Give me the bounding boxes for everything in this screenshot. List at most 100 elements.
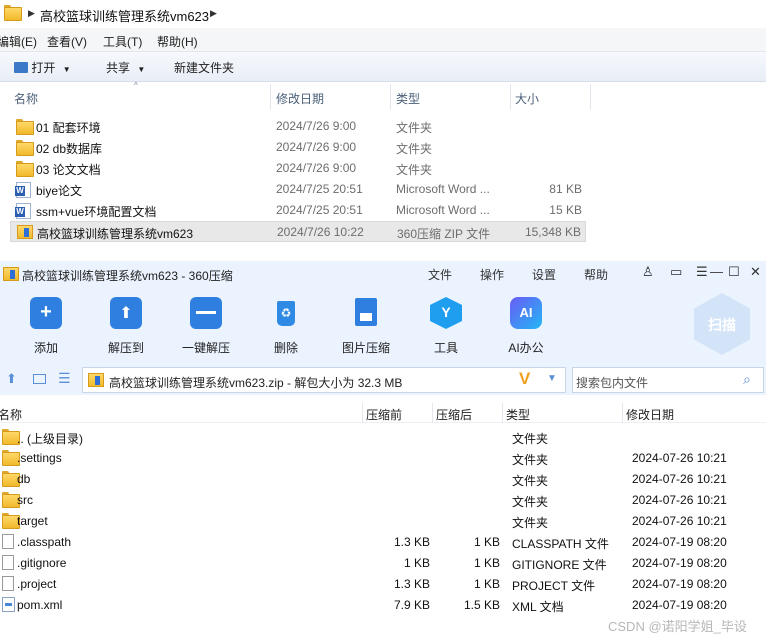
folder-icon [2,429,20,445]
menu-help[interactable]: 帮助 [584,266,608,283]
column-type[interactable]: 类型 [506,406,530,423]
file-row[interactable]: 02 db数据库 2024/7/26 9:00 文件夹 [10,137,586,158]
explorer-toolbar: 打开 ▼ 共享 ▼ 新建文件夹 [0,52,766,82]
zip-icon [88,373,104,387]
menu-help[interactable]: 帮助(H) [157,33,198,50]
file-row[interactable]: 03 论文文档 2024/7/26 9:00 文件夹 [10,158,586,179]
zip-file-row[interactable]: .settings 文件夹 2024-07-26 10:21 [0,447,766,468]
column-divider[interactable] [432,403,433,423]
chevron-down-icon[interactable]: ▼ [547,373,557,384]
folder-icon [2,513,20,529]
zip-file-row[interactable]: .gitignore 1 KB 1 KB GITIGNORE 文件 2024-0… [0,552,766,573]
explorer-menu-bar: 编辑(E) 查看(V) 工具(T) 帮助(H) [0,28,766,52]
delete-icon: ♻ [270,297,302,329]
sort-up-icon: ^ [134,81,138,90]
folder-icon [2,492,20,508]
breadcrumb[interactable]: 高校篮球训练管理系统vm623 [40,6,209,25]
chevron-right-icon[interactable]: ▶ [210,8,217,19]
folder-icon [4,5,22,21]
zip-file-row[interactable]: .. (上级目录) 文件夹 [0,426,766,447]
file-row[interactable]: 01 配套环境 2024/7/26 9:00 文件夹 [10,116,586,137]
zip-title-bar: 高校篮球训练管理系统vm623 - 360压缩 文件 操作 设置 帮助 ♙ ▭ … [0,261,766,287]
folder-icon [16,119,34,135]
image-compress-icon [350,297,382,329]
add-button[interactable]: + 添加 [16,297,76,356]
xml-file-icon [2,597,15,612]
explorer-address-bar: ▶ 高校篮球训练管理系统vm623 ▶ [0,0,766,28]
share-button[interactable]: 共享 ▼ [106,59,145,76]
tools-icon: Y [430,297,462,329]
zip-file-row[interactable]: pom.xml 7.9 KB 1.5 KB XML 文档 2024-07-19 … [0,594,766,615]
thumbnail-view-icon[interactable] [33,374,46,384]
column-name[interactable]: 名称 [0,406,22,423]
maximize-icon[interactable]: ☐ [728,264,740,280]
file-icon [2,555,14,570]
column-date[interactable]: 修改日期 [276,90,324,107]
column-type[interactable]: 类型 [396,90,420,107]
column-divider[interactable] [502,403,503,423]
up-arrow-icon[interactable]: ⬆ [6,371,17,387]
zip-file-row[interactable]: .project 1.3 KB 1 KB PROJECT 文件 2024-07-… [0,573,766,594]
column-size[interactable]: 大小 [515,90,539,107]
ai-office-button[interactable]: AI AI办公 [496,297,556,356]
folder-icon [16,140,34,156]
skin-icon[interactable]: ♙ [642,264,654,280]
zip-column-header: 名称 压缩前 压缩后 类型 修改日期 [0,403,766,423]
tools-button[interactable]: Y 工具 [416,297,476,356]
column-after[interactable]: 压缩后 [436,406,472,423]
minimize-icon[interactable]: — [710,264,723,279]
word-doc-icon [15,203,31,219]
column-divider[interactable] [510,84,511,110]
search-icon[interactable]: ⌕ [743,371,751,388]
list-view-icon[interactable]: ☰ [58,370,71,387]
file-row-selected[interactable]: 高校篮球训练管理系统vm623 2024/7/26 10:22 360压缩 ZI… [10,221,586,242]
column-name[interactable]: 名称 [14,90,38,107]
zip-file-row[interactable]: src 文件夹 2024-07-26 10:21 [0,489,766,510]
close-icon[interactable]: ✕ [750,264,761,280]
chevron-right-icon[interactable]: ▶ [28,8,35,19]
column-divider[interactable] [270,84,271,110]
menu-operate[interactable]: 操作 [480,266,504,283]
menu-file[interactable]: 文件 [428,266,452,283]
column-before[interactable]: 压缩前 [366,406,402,423]
explorer-column-header: 名称 ^ 修改日期 类型 大小 [0,81,766,110]
column-divider[interactable] [590,84,591,110]
zip-file-row[interactable]: db 文件夹 2024-07-26 10:21 [0,468,766,489]
ai-office-icon: AI [510,297,542,329]
folder-icon [2,471,20,487]
menu-icon[interactable]: ☰ [696,264,708,280]
zip-icon [17,225,33,239]
column-divider[interactable] [622,403,623,423]
file-row[interactable]: ssm+vue环境配置文档 2024/7/25 20:51 Microsoft … [10,200,586,221]
new-folder-button[interactable]: 新建文件夹 [174,59,234,76]
open-button[interactable]: 打开 ▼ [14,59,71,76]
file-icon [2,576,14,591]
zip-file-row[interactable]: .classpath 1.3 KB 1 KB CLASSPATH 文件 2024… [0,531,766,552]
watermark: CSDN @诺阳学姐_毕设 [608,619,747,634]
column-divider[interactable] [390,84,391,110]
zip-file-row[interactable]: target 文件夹 2024-07-26 10:21 [0,510,766,531]
menu-settings[interactable]: 设置 [532,266,556,283]
column-mtime[interactable]: 修改日期 [626,406,674,423]
extract-to-icon: ⬆ [110,297,142,329]
open-icon [14,62,28,73]
chevron-down-icon: ▼ [137,65,146,74]
folder-icon [2,450,20,466]
one-click-extract-button[interactable]: 一键解压 [176,297,236,356]
add-icon: + [30,297,62,329]
delete-button[interactable]: ♻ 删除 [256,297,316,356]
zip-address-bar: ⬆ ☰ 高校篮球训练管理系统vm623.zip - 解包大小为 32.3 MB … [0,365,766,395]
extract-to-button[interactable]: ⬆ 解压到 [96,297,156,356]
menu-tools[interactable]: 工具(T) [103,33,142,50]
file-row[interactable]: biye论文 2024/7/25 20:51 Microsoft Word ..… [10,179,586,200]
image-compress-button[interactable]: 图片压缩 [336,297,396,356]
path-field[interactable]: 高校篮球训练管理系统vm623.zip - 解包大小为 32.3 MB V ▼ [82,367,566,393]
feedback-icon[interactable]: ▭ [670,264,682,280]
search-input[interactable]: 搜索包内文件 ⌕ [572,367,764,393]
zip-toolbar: + 添加 ⬆ 解压到 一键解压 ♻ 删除 图片压缩 Y 工具 AI AI办公 [0,287,766,365]
column-divider[interactable] [362,403,363,423]
one-click-extract-icon [190,297,222,329]
v-badge-icon[interactable]: V [519,369,530,389]
menu-view[interactable]: 查看(V) [47,33,87,50]
menu-edit[interactable]: 编辑(E) [0,33,37,50]
